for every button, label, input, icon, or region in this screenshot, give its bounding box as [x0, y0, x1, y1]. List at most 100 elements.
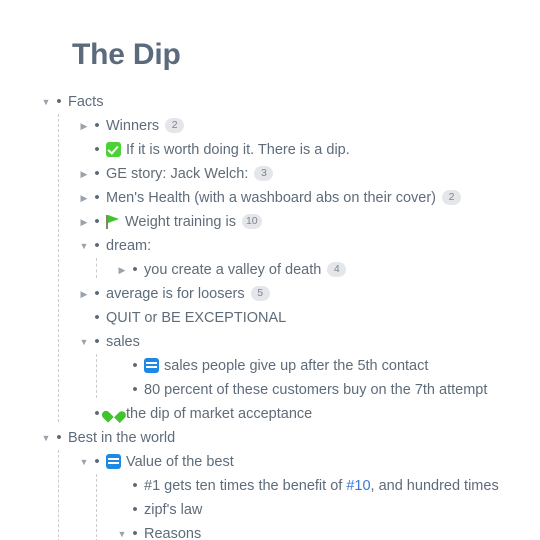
inline-text: QUIT or BE EXCEPTIONAL	[106, 310, 287, 326]
inline-text: average is for loosers	[106, 286, 245, 302]
inline-text: 80 percent of these customers buy on the…	[144, 382, 488, 398]
bullet-icon[interactable]	[91, 306, 103, 330]
bullet-icon[interactable]	[129, 498, 141, 522]
no-children-spacer	[78, 306, 90, 330]
outline-row[interactable]: Men's Health (with a washboard abs on th…	[0, 186, 540, 210]
outline-row[interactable]: sales	[0, 330, 540, 354]
outline-row[interactable]: #1 gets ten times the benefit of #10, an…	[0, 474, 540, 498]
collapse-triangle-icon[interactable]	[78, 450, 90, 474]
outline-item-text[interactable]: If it is worth doing it. There is a dip.	[106, 138, 350, 162]
child-count-badge[interactable]: 3	[254, 166, 274, 181]
expand-triangle-icon[interactable]	[78, 162, 90, 186]
expand-triangle-icon[interactable]	[78, 186, 90, 210]
bullet-icon[interactable]	[91, 162, 103, 186]
inline-text: you create a valley of death	[144, 262, 322, 278]
bullet-icon[interactable]	[91, 282, 103, 306]
inline-text: Value of the best	[126, 454, 234, 470]
inline-text: Facts	[68, 94, 104, 110]
inline-text: GE story: Jack Welch:	[106, 166, 249, 182]
bullet-icon[interactable]	[91, 234, 103, 258]
outline-item-text[interactable]: average is for loosers 5	[106, 282, 270, 306]
expand-triangle-icon[interactable]	[78, 282, 90, 306]
outline-row[interactable]: Best in the world	[0, 426, 540, 450]
child-count-badge[interactable]: 2	[165, 118, 185, 133]
bullet-icon[interactable]	[91, 138, 103, 162]
inline-text: zipf's law	[144, 502, 203, 518]
collapse-triangle-icon[interactable]	[78, 330, 90, 354]
bullet-icon[interactable]	[129, 474, 141, 498]
no-children-spacer	[116, 498, 128, 522]
inline-text: Best in the world	[68, 430, 176, 446]
outline-item-text[interactable]: Weight training is 10	[106, 210, 262, 234]
outline-row[interactable]: Weight training is 10	[0, 210, 540, 234]
bullet-icon[interactable]	[129, 258, 141, 282]
outline-item-text[interactable]: Men's Health (with a washboard abs on th…	[106, 186, 461, 210]
outline-row[interactable]: 80 percent of these customers buy on the…	[0, 378, 540, 402]
child-count-badge[interactable]: 5	[250, 286, 270, 301]
expand-triangle-icon[interactable]	[116, 258, 128, 282]
outline-item-text[interactable]: QUIT or BE EXCEPTIONAL	[106, 306, 286, 330]
outline-row[interactable]: GE story: Jack Welch: 3	[0, 162, 540, 186]
no-children-spacer	[116, 378, 128, 402]
child-count-badge[interactable]: 4	[327, 262, 347, 277]
bullet-icon[interactable]	[129, 354, 141, 378]
expand-triangle-icon[interactable]	[78, 114, 90, 138]
outline-row[interactable]: average is for loosers 5	[0, 282, 540, 306]
bullet-icon[interactable]	[91, 114, 103, 138]
outline-item-text[interactable]: you create a valley of death 4	[144, 258, 347, 282]
white-check-mark-icon	[106, 142, 121, 157]
child-count-badge[interactable]: 10	[241, 214, 262, 229]
outline-item-text[interactable]: GE story: Jack Welch: 3	[106, 162, 274, 186]
child-count-badge[interactable]: 2	[441, 190, 461, 205]
collapse-triangle-icon[interactable]	[40, 90, 52, 114]
outline-item-text[interactable]: sales	[106, 330, 140, 354]
outline-item-text[interactable]: Facts	[68, 90, 103, 114]
outline-item-text[interactable]: dream:	[106, 234, 151, 258]
outline-row[interactable]: If it is worth doing it. There is a dip.	[0, 138, 540, 162]
inline-text: sales	[106, 334, 140, 350]
inline-link[interactable]: #10	[346, 478, 370, 494]
bullet-icon[interactable]	[129, 522, 141, 540]
bullet-icon[interactable]	[53, 90, 65, 114]
outline-item-text[interactable]: #1 gets ten times the benefit of #10, an…	[144, 474, 499, 498]
inline-text: If it is worth doing it. There is a dip.	[126, 142, 350, 158]
collapse-triangle-icon[interactable]	[40, 426, 52, 450]
inline-text: Winners	[106, 118, 160, 134]
outliner-page: The Dip FactsWinners 2 If it is worth doin…	[0, 0, 540, 540]
outline-item-text[interactable]: Winners 2	[106, 114, 185, 138]
collapse-triangle-icon[interactable]	[78, 234, 90, 258]
outline-item-text[interactable]: Reasons	[144, 522, 201, 540]
bullet-icon[interactable]	[91, 330, 103, 354]
page-title[interactable]: The Dip	[72, 36, 181, 74]
inline-text: Reasons	[144, 526, 202, 540]
bullet-icon[interactable]	[129, 378, 141, 402]
inline-text: Men's Health (with a washboard abs on th…	[106, 190, 436, 206]
outline-item-text[interactable]: zipf's law	[144, 498, 202, 522]
inline-text: sales people give up after the 5th conta…	[164, 358, 429, 374]
green-heart-icon	[106, 407, 121, 421]
outline-item-text[interactable]: Best in the world	[68, 426, 175, 450]
outline-row[interactable]: Reasons	[0, 522, 540, 540]
collapse-triangle-icon[interactable]	[116, 522, 128, 540]
outline-item-text[interactable]: sales people give up after the 5th conta…	[144, 354, 428, 378]
outline-row[interactable]: Value of the best	[0, 450, 540, 474]
bullet-icon[interactable]	[91, 186, 103, 210]
outline-row[interactable]: sales people give up after the 5th conta…	[0, 354, 540, 378]
outline-row[interactable]: QUIT or BE EXCEPTIONAL	[0, 306, 540, 330]
bullet-icon[interactable]	[91, 450, 103, 474]
bullet-icon[interactable]	[53, 426, 65, 450]
bullet-icon[interactable]	[91, 210, 103, 234]
outline-row[interactable]: you create a valley of death 4	[0, 258, 540, 282]
outline-item-text[interactable]: Value of the best	[106, 450, 234, 474]
inline-text: , and hundred times	[370, 478, 499, 494]
blue-card-icon	[144, 358, 159, 373]
outline-row[interactable]: dream:	[0, 234, 540, 258]
outline-row[interactable]: Facts	[0, 90, 540, 114]
green-flag-icon	[106, 214, 120, 229]
outline-item-text[interactable]: 80 percent of these customers buy on the…	[144, 378, 487, 402]
outline-row[interactable]: zipf's law	[0, 498, 540, 522]
outline-row[interactable]: Winners 2	[0, 114, 540, 138]
outline-item-text[interactable]: the dip of market acceptance	[106, 402, 312, 426]
outline-row[interactable]: the dip of market acceptance	[0, 402, 540, 426]
expand-triangle-icon[interactable]	[78, 210, 90, 234]
